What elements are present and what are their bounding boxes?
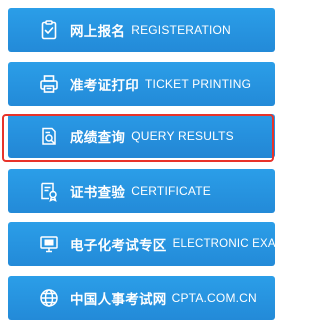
- certificate-label-en: CERTIFICATE: [131, 184, 211, 198]
- certificate-icon: [38, 180, 60, 202]
- registration-button[interactable]: 网上报名 REGISTERATION: [8, 8, 275, 52]
- globe-icon: [38, 287, 60, 309]
- cpta-website-link[interactable]: 中国人事考试网 CPTA.COM.CN: [8, 276, 275, 320]
- electronic-exam-label-en: ELECTRONIC EXAM: [172, 238, 275, 250]
- ticket-printing-button[interactable]: 准考证打印 TICKET PRINTING: [8, 62, 275, 106]
- printer-icon: [38, 73, 60, 95]
- query-results-label-cn: 成绩查询: [70, 130, 126, 146]
- electronic-exam-label-cn: 电子化考试专区: [70, 238, 167, 254]
- query-results-label-en: QUERY RESULTS: [131, 129, 234, 143]
- ticket-printing-label-en: TICKET PRINTING: [145, 77, 252, 91]
- registration-label-en: REGISTERATION: [131, 23, 231, 37]
- certificate-label-cn: 证书查验: [70, 185, 126, 201]
- ticket-printing-label-cn: 准考证打印: [70, 78, 139, 94]
- monitor-icon: [38, 233, 60, 255]
- search-document-icon: [38, 125, 60, 147]
- clipboard-icon: [38, 19, 60, 41]
- cpta-label-en: CPTA.COM.CN: [171, 291, 257, 305]
- certificate-button[interactable]: 证书查验 CERTIFICATE: [8, 169, 275, 213]
- cpta-label-cn: 中国人事考试网: [70, 292, 167, 308]
- query-results-button[interactable]: 成绩查询 QUERY RESULTS: [8, 114, 275, 158]
- exam-service-menu: 网上报名 REGISTERATION 准考证打印 TICKET PRINTING…: [0, 0, 285, 322]
- electronic-exam-button[interactable]: 电子化考试专区 ELECTRONIC EXAM: [8, 222, 275, 266]
- registration-label-cn: 网上报名: [70, 24, 126, 40]
